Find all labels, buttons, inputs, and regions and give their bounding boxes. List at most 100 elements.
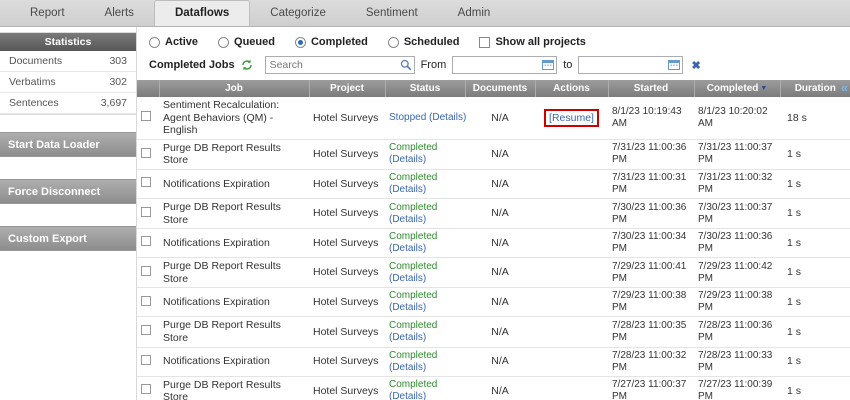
radio-icon (149, 37, 160, 48)
show-all-projects-checkbox[interactable]: Show all projects (479, 36, 585, 48)
row-checkbox[interactable] (141, 111, 151, 121)
collapse-columns-icon[interactable]: « (841, 80, 848, 95)
details-link[interactable]: (Details) (389, 362, 426, 373)
checkbox-cell (137, 347, 159, 376)
row-checkbox[interactable] (141, 296, 151, 306)
documents-cell: N/A (465, 229, 535, 258)
details-link[interactable]: (Details) (389, 243, 426, 254)
header-status[interactable]: Status (385, 80, 465, 97)
details-link[interactable]: (Details) (389, 302, 426, 313)
details-link[interactable]: (Details) (429, 112, 466, 123)
tab-sentiment[interactable]: Sentiment (346, 0, 438, 26)
documents-cell: N/A (465, 97, 535, 139)
started-cell: 8/1/23 10:19:43 AM (608, 97, 694, 139)
header-documents[interactable]: Documents (465, 80, 535, 97)
row-checkbox[interactable] (141, 355, 151, 365)
radio-completed[interactable]: Completed (295, 36, 368, 48)
status-cell: Completed (Details) (385, 198, 465, 228)
refresh-icon[interactable] (241, 59, 253, 71)
row-checkbox[interactable] (141, 148, 151, 158)
duration-cell: 1 s (780, 229, 850, 258)
actions-cell (535, 288, 608, 317)
calendar-icon[interactable] (542, 59, 554, 70)
tab-admin[interactable]: Admin (438, 0, 511, 26)
radio-label: Queued (234, 36, 275, 48)
details-link[interactable]: (Details) (389, 154, 426, 165)
stat-label: Verbatims (9, 76, 56, 88)
job-cell: Purge DB Report Results Store (159, 198, 309, 228)
table-row: Purge DB Report Results Store Hotel Surv… (137, 198, 850, 228)
header-job[interactable]: Job (159, 80, 309, 97)
status-cell: Completed (Details) (385, 288, 465, 317)
completed-cell: 7/29/23 11:00:38 PM (694, 288, 780, 317)
header-project[interactable]: Project (309, 80, 385, 97)
completed-jobs-title: Completed Jobs (149, 59, 235, 71)
calendar-icon[interactable] (668, 59, 680, 70)
checkbox-cell (137, 198, 159, 228)
header-actions[interactable]: Actions (535, 80, 608, 97)
started-cell: 7/31/23 11:00:31 PM (608, 169, 694, 198)
clear-dates-icon[interactable]: ✖ (691, 59, 700, 72)
row-checkbox[interactable] (141, 325, 151, 335)
radio-icon (295, 37, 306, 48)
header-started[interactable]: Started (608, 80, 694, 97)
details-link[interactable]: (Details) (389, 273, 426, 284)
radio-icon (218, 37, 229, 48)
main-content: Active Queued Completed Scheduled Show a… (137, 27, 850, 400)
sort-desc-icon: ▼ (760, 85, 767, 92)
row-checkbox[interactable] (141, 384, 151, 394)
search-icon[interactable] (400, 59, 412, 71)
started-cell: 7/29/23 11:00:38 PM (608, 288, 694, 317)
table-row: Purge DB Report Results Store Hotel Surv… (137, 258, 850, 288)
search-input[interactable] (265, 56, 415, 74)
tab-dataflows[interactable]: Dataflows (154, 0, 250, 26)
duration-cell: 1 s (780, 139, 850, 169)
row-checkbox[interactable] (141, 177, 151, 187)
details-link[interactable]: (Details) (389, 332, 426, 343)
jobs-table-wrap: « Job Project Status Documents Actions S… (137, 80, 850, 400)
radio-scheduled[interactable]: Scheduled (388, 36, 460, 48)
tab-alerts[interactable]: Alerts (85, 0, 154, 26)
force-disconnect-button[interactable]: Force Disconnect (0, 179, 136, 204)
status-text: Completed (389, 290, 461, 302)
details-link[interactable]: (Details) (389, 184, 426, 195)
table-row: Purge DB Report Results Store Hotel Surv… (137, 376, 850, 400)
details-link[interactable]: (Details) (389, 214, 426, 225)
status-cell: Completed (Details) (385, 169, 465, 198)
duration-cell: 1 s (780, 258, 850, 288)
details-link[interactable]: (Details) (389, 391, 426, 400)
header-completed[interactable]: Completed▼ (694, 80, 780, 97)
status-cell: Stopped (Details) (385, 97, 465, 139)
header-duration[interactable]: Duration (780, 80, 850, 97)
jobs-toolbar: Completed Jobs From (137, 53, 850, 80)
completed-cell: 7/31/23 11:00:37 PM (694, 139, 780, 169)
project-cell: Hotel Surveys (309, 198, 385, 228)
project-cell: Hotel Surveys (309, 169, 385, 198)
custom-export-button[interactable]: Custom Export (0, 226, 136, 251)
status-text: Completed (389, 350, 461, 362)
checkbox-cell (137, 97, 159, 139)
start-data-loader-button[interactable]: Start Data Loader (0, 132, 136, 157)
top-nav: Report Alerts Dataflows Categorize Senti… (0, 0, 850, 27)
status-text: Completed (389, 320, 461, 332)
actions-cell (535, 347, 608, 376)
duration-cell: 18 s (780, 97, 850, 139)
completed-cell: 7/30/23 11:00:36 PM (694, 229, 780, 258)
documents-cell: N/A (465, 376, 535, 400)
job-cell: Purge DB Report Results Store (159, 317, 309, 347)
radio-active[interactable]: Active (149, 36, 198, 48)
tab-categorize[interactable]: Categorize (250, 0, 346, 26)
row-checkbox[interactable] (141, 207, 151, 217)
documents-cell: N/A (465, 258, 535, 288)
row-checkbox[interactable] (141, 236, 151, 246)
row-checkbox[interactable] (141, 266, 151, 276)
status-cell: Completed (Details) (385, 347, 465, 376)
project-cell: Hotel Surveys (309, 288, 385, 317)
status-cell: Completed (Details) (385, 139, 465, 169)
jobs-table: Job Project Status Documents Actions Sta… (137, 80, 850, 400)
stat-verbatims: Verbatims 302 (0, 72, 136, 93)
tab-report[interactable]: Report (10, 0, 85, 26)
resume-link[interactable]: [Resume] (546, 111, 597, 125)
completed-cell: 7/31/23 11:00:32 PM (694, 169, 780, 198)
radio-queued[interactable]: Queued (218, 36, 275, 48)
